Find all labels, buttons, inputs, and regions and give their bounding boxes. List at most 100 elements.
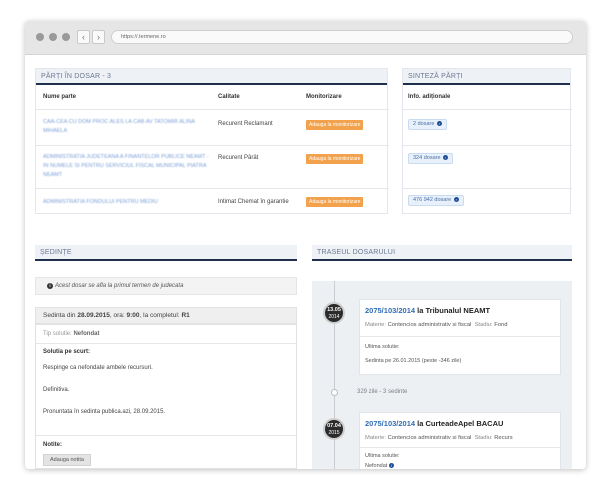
row-divider — [36, 435, 296, 436]
tip-value: Nefondat — [73, 331, 100, 337]
solutie-label: Ultima solutie: — [365, 453, 400, 459]
solutie-text: Nefondat — [365, 463, 388, 469]
page-content: PĂRȚI ÎN DOSAR - 3 Nume parte Calitate M… — [25, 56, 586, 469]
window-dot-icon[interactable] — [49, 33, 57, 41]
sedinte-title: ȘEDINȚE — [35, 245, 297, 261]
add-note-button[interactable]: Adauga notita — [43, 454, 91, 466]
solutie-label: Ultima solutie: — [365, 344, 400, 350]
event-materie: Contencios administrativ si fiscal — [387, 435, 472, 441]
arrow-right-icon: › — [436, 121, 442, 126]
info-icon[interactable]: i — [388, 463, 394, 468]
timeline-card: 2075/103/2014 la Tribunalul NEAMT Materi… — [359, 299, 561, 375]
event-title: 2075/103/2014 la CurteadeApel BACAU — [365, 419, 503, 428]
event-instanta: la CurteadeApel BACAU — [417, 419, 504, 428]
sedinta-prefix: Sedinta din — [43, 312, 78, 319]
event-instanta: la Tribunalul NEAMT — [417, 306, 491, 315]
traseu-header: TRASEUL DOSARULUI — [312, 245, 572, 264]
row-divider — [36, 109, 389, 110]
sedinta-body: Tip solutie: Nefondat Solutia pe scurt: … — [35, 324, 297, 469]
traseu-title: TRASEUL DOSARULUI — [312, 245, 572, 261]
address-bar[interactable]: https://.termene.ro — [111, 30, 573, 44]
timeline-date-badge: 07.04 2015 — [323, 418, 345, 440]
arrow-right-icon: › — [443, 155, 449, 160]
event-title: 2075/103/2014 la Tribunalul NEAMT — [365, 306, 490, 315]
sinteza-title: SINTEZĂ PĂRȚI — [403, 69, 570, 85]
window-dot-icon[interactable] — [62, 33, 70, 41]
party-name-link[interactable]: ADMINISTRATIA JUDETEANA A FINANTELOR PUB… — [43, 153, 213, 180]
stadiu-label: Stadiu: — [474, 435, 495, 441]
event-stadiu: Recurs — [494, 435, 513, 441]
dosare-count: 324 dosare — [413, 155, 441, 161]
dosar-link[interactable]: 2075/103/2014 — [365, 419, 415, 428]
sedinte-header: ȘEDINȚE — [35, 245, 297, 264]
row-divider — [403, 109, 572, 110]
materie-label: Materie: — [365, 435, 388, 441]
solutie-value: Sedinta pe 26.01.2015 (peste -346 zile) — [365, 358, 462, 364]
event-year: 2015 — [328, 430, 340, 436]
dosare-count-button[interactable]: 2 dosare › — [408, 119, 447, 130]
timeline-card: 2075/103/2014 la CurteadeApel BACAU Mate… — [359, 412, 561, 469]
stadiu-label: Stadiu: — [474, 322, 495, 328]
event-day: 13.05 — [327, 307, 341, 313]
row-divider — [36, 188, 389, 189]
solutia-label: Solutia pe scurt: — [43, 349, 91, 355]
party-calitate: Recurent Reclamant — [218, 121, 273, 127]
back-button[interactable]: ‹ — [77, 30, 90, 44]
tip-solutie: Tip solutie: Nefondat — [43, 331, 99, 337]
solutia-line: Definitiva. — [43, 387, 70, 393]
row-divider — [36, 343, 296, 344]
ora-label: , ora: — [109, 312, 127, 319]
event-year: 2014 — [328, 314, 340, 320]
solutie-value: Nefondat i — [365, 463, 394, 469]
party-calitate: Recurent Pârât — [218, 155, 259, 161]
header-calitate: Calitate — [218, 94, 240, 100]
timeline-date-badge: 13.05 2014 — [323, 302, 345, 324]
dosare-count: 2 dosare — [413, 121, 435, 127]
event-meta: Materie: Contencios administrativ si fis… — [365, 322, 507, 328]
complet-label: , la completul: — [139, 312, 182, 319]
info-icon: i — [47, 283, 53, 289]
card-divider — [360, 447, 560, 448]
sedinte-notice: i Acest dosar se afla la primul termen de… — [35, 277, 297, 295]
solutia-line: Respinge ca nefondate ambele recursuri. — [43, 365, 153, 371]
sedinta-header: Sedinta din 28.09.2015, ora: 9:00, la co… — [35, 307, 297, 324]
event-stadiu: Fond — [494, 322, 508, 328]
header-monitorizare: Monitorizare — [306, 94, 342, 100]
row-divider — [403, 188, 572, 189]
parti-panel: PĂRȚI ÎN DOSAR - 3 Nume parte Calitate M… — [35, 68, 389, 214]
header-info: Info. adiționale — [408, 94, 451, 100]
add-monitoring-button[interactable]: Adauga la monitorizare — [306, 120, 364, 130]
header-nume: Nume parte — [43, 94, 77, 100]
party-calitate: Intimat Chemat în garantie — [218, 199, 289, 205]
sedinta-complet: R1 — [181, 312, 190, 319]
party-name-link[interactable]: CAA-CEA CU DOM PROC ALES LA CAB AV TATOM… — [43, 118, 213, 136]
dosare-count-button[interactable]: 324 dosare › — [408, 153, 454, 164]
card-divider — [360, 336, 560, 337]
timeline-gap-text: 329 zile - 3 sedinte — [357, 389, 408, 395]
event-materie: Contencios administrativ si fiscal — [387, 322, 472, 328]
timeline-gap-dot — [331, 389, 338, 396]
tip-label: Tip solutie: — [43, 331, 74, 337]
sinteza-panel: SINTEZĂ PĂRȚI Info. adiționale 2 dosare … — [402, 68, 572, 214]
sedinta-ora: 9:00 — [126, 312, 140, 319]
dosar-link[interactable]: 2075/103/2014 — [365, 306, 415, 315]
materie-label: Materie: — [365, 322, 388, 328]
row-divider — [36, 145, 389, 146]
browser-window: ‹ › https://.termene.ro PĂRȚI ÎN DOSAR -… — [25, 21, 586, 469]
dosare-count-button[interactable]: 476 942 dosare › — [408, 195, 464, 206]
add-monitoring-button[interactable]: Adauga la monitorizare — [306, 197, 364, 207]
add-monitoring-button[interactable]: Adauga la monitorizare — [306, 154, 364, 164]
dosare-count: 476 942 dosare — [413, 197, 452, 203]
party-name-link[interactable]: ADMINISTRATIA FONDULUI PENTRU MEDIU — [43, 198, 213, 207]
event-meta: Materie: Contencios administrativ si fis… — [365, 435, 513, 441]
arrow-right-icon: › — [453, 197, 459, 202]
parti-title: PĂRȚI ÎN DOSAR - 3 — [36, 69, 387, 85]
event-day: 07.04 — [327, 423, 341, 429]
browser-toolbar: ‹ › https://.termene.ro — [25, 21, 586, 55]
sedinta-date: 28.09.2015 — [77, 312, 110, 319]
row-divider — [403, 145, 572, 146]
forward-button[interactable]: › — [92, 30, 105, 44]
notite-label: Notite: — [43, 442, 62, 448]
solutia-line: Pronuntata în sedinta publica.azi, 28.09… — [43, 409, 166, 415]
window-dot-icon[interactable] — [36, 33, 44, 41]
